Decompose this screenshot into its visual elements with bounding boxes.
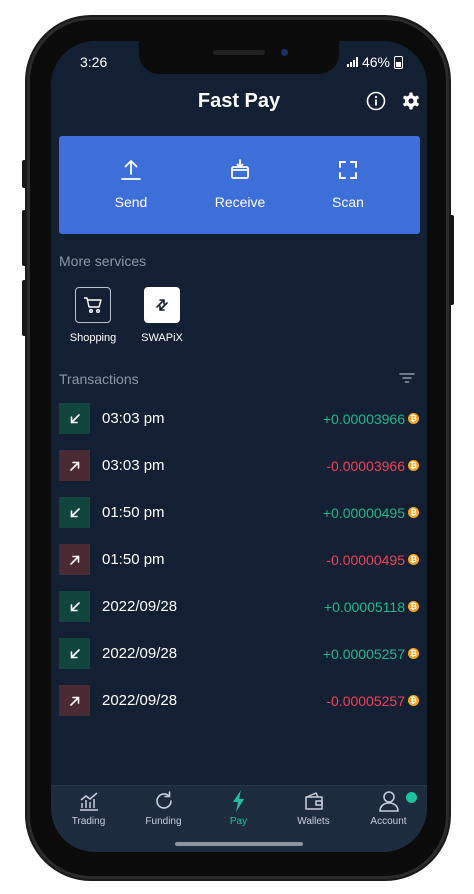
bitcoin-icon: ₿ (408, 413, 419, 424)
transaction-row[interactable]: 01:50 pm +0.00000495 ₿ (59, 497, 419, 530)
transaction-amount: -0.00003966 (326, 458, 405, 474)
transaction-amount: -0.00005257 (326, 693, 405, 709)
bolt-icon (232, 790, 244, 812)
nav-funding[interactable]: Funding (126, 790, 201, 827)
status-indicators: 46% (346, 54, 403, 70)
receive-icon (231, 159, 249, 179)
notification-dot (406, 792, 417, 803)
nav-funding-label: Funding (145, 816, 182, 827)
arrow-down-left-icon (59, 638, 90, 669)
scan-icon (339, 161, 357, 179)
battery-icon (394, 55, 403, 69)
transactions-heading: Transactions (59, 371, 139, 387)
mute-switch (22, 160, 27, 188)
receive-button[interactable]: Receive (190, 136, 290, 234)
transaction-time: 01:50 pm (102, 551, 165, 568)
app-screen: 3:26 46% Fast Pay Send Receive Scan More… (51, 41, 427, 852)
transaction-row[interactable]: 03:03 pm +0.00003966 ₿ (59, 403, 419, 436)
more-services-heading: More services (59, 253, 147, 269)
arrow-up-right-icon (59, 450, 90, 481)
bitcoin-icon: ₿ (408, 507, 419, 518)
filter-icon[interactable] (399, 372, 415, 384)
front-camera (281, 49, 288, 56)
transaction-time: 2022/09/28 (102, 598, 178, 615)
bottom-nav: Trading Funding Pay Wallets Account (51, 785, 427, 852)
nav-pay-label: Pay (229, 816, 248, 827)
bitcoin-icon: ₿ (408, 601, 419, 612)
send-button[interactable]: Send (81, 136, 181, 234)
nav-wallets-label: Wallets (297, 816, 330, 827)
transaction-time: 03:03 pm (102, 457, 165, 474)
nav-account-label: Account (370, 816, 407, 827)
wallet-icon (304, 792, 323, 810)
scan-label: Scan (332, 194, 364, 210)
bitcoin-icon: ₿ (408, 460, 419, 471)
notch (139, 41, 339, 74)
transaction-time: 2022/09/28 (102, 692, 178, 709)
volume-down-button (22, 280, 27, 336)
receive-label: Receive (214, 194, 266, 210)
status-time: 3:26 (80, 54, 108, 70)
bitcoin-icon: ₿ (408, 695, 419, 706)
bitcoin-icon: ₿ (408, 554, 419, 565)
gear-icon[interactable] (401, 91, 421, 111)
transaction-row[interactable]: 2022/09/28 +0.00005257 ₿ (59, 638, 419, 671)
arrow-up-right-icon (59, 544, 90, 575)
transaction-amount: +0.00005257 (322, 646, 405, 662)
shopping-label: Shopping (69, 332, 117, 344)
transaction-time: 03:03 pm (102, 410, 165, 427)
transaction-amount: -0.00000495 (326, 552, 405, 568)
transaction-row[interactable]: 2022/09/28 +0.00005118 ₿ (59, 591, 419, 624)
transaction-amount: +0.00003966 (322, 411, 405, 427)
swap-icon (144, 287, 180, 323)
volume-up-button (22, 210, 27, 266)
speaker (213, 50, 265, 55)
transaction-row[interactable]: 2022/09/28 -0.00005257 ₿ (59, 685, 419, 718)
nav-pay[interactable]: Pay (201, 790, 276, 827)
nav-trading-label: Trading (71, 816, 106, 827)
scan-button[interactable]: Scan (298, 136, 398, 234)
nav-wallets[interactable]: Wallets (276, 790, 351, 827)
user-icon (378, 791, 399, 812)
transaction-time: 2022/09/28 (102, 645, 178, 662)
info-icon[interactable] (366, 91, 386, 111)
transaction-amount: +0.00005118 (323, 599, 405, 615)
shopping-service[interactable]: Shopping (61, 287, 125, 344)
signal-icon (346, 57, 358, 67)
power-button (449, 215, 454, 305)
home-indicator[interactable] (175, 842, 303, 846)
battery-percent: 46% (361, 54, 390, 70)
arrow-down-left-icon (59, 403, 90, 434)
arrow-down-left-icon (59, 591, 90, 622)
upload-icon (121, 160, 141, 180)
transaction-row[interactable]: 01:50 pm -0.00000495 ₿ (59, 544, 419, 577)
send-label: Send (114, 194, 148, 210)
arrow-up-right-icon (59, 685, 90, 716)
transaction-row[interactable]: 03:03 pm -0.00003966 ₿ (59, 450, 419, 483)
swapix-label: SWAPiX (141, 332, 183, 344)
transaction-amount: +0.00000495 (322, 505, 405, 521)
bitcoin-icon: ₿ (408, 648, 419, 659)
transaction-time: 01:50 pm (102, 504, 165, 521)
swapix-service[interactable]: SWAPiX (130, 287, 194, 344)
cart-icon (75, 287, 111, 323)
refresh-icon (155, 791, 172, 809)
chart-icon (79, 792, 98, 811)
arrow-down-left-icon (59, 497, 90, 528)
nav-trading[interactable]: Trading (51, 790, 126, 827)
quick-actions-panel: Send Receive Scan (59, 136, 420, 234)
